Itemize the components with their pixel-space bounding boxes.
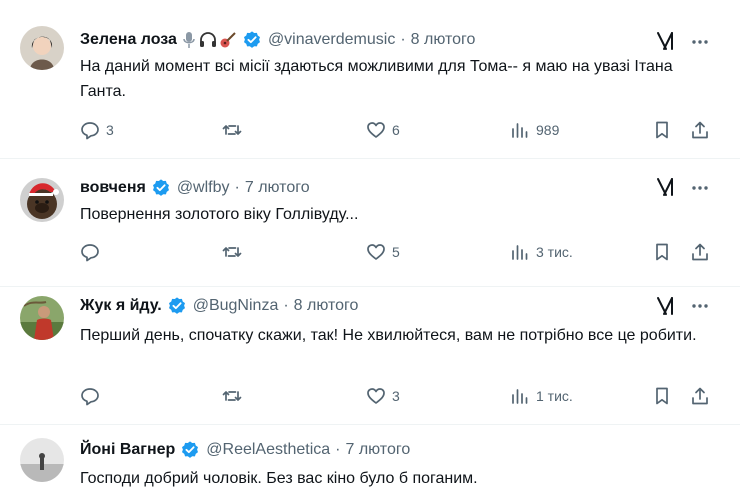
retweet-icon xyxy=(222,391,242,401)
reply-count: 3 xyxy=(106,122,114,138)
grok-icon[interactable] xyxy=(654,30,676,52)
reply-icon xyxy=(81,244,99,262)
share-button[interactable] xyxy=(690,384,710,408)
grok-icon[interactable] xyxy=(654,295,676,317)
reply-button[interactable] xyxy=(80,384,106,408)
view-count: 1 тис. xyxy=(536,388,573,404)
verified-badge-icon xyxy=(151,178,171,198)
reply-icon xyxy=(81,122,99,140)
separator-dot: · xyxy=(234,179,240,196)
handle[interactable]: @BugNinza xyxy=(193,297,279,315)
handle[interactable]: @wlfby xyxy=(177,179,230,197)
tweet-text: Перший день, спочатку скажи, так! Не хви… xyxy=(80,327,697,344)
separator-dot: · xyxy=(335,441,341,458)
timestamp[interactable]: 8 лютого xyxy=(411,31,476,49)
verified-badge-icon xyxy=(167,296,187,316)
like-count: 3 xyxy=(392,388,400,404)
reply-button[interactable] xyxy=(80,240,106,264)
separator-dot: · xyxy=(283,297,289,314)
avatar[interactable] xyxy=(20,178,64,222)
guitar-icon xyxy=(220,32,236,48)
bookmark-icon xyxy=(656,121,668,139)
share-button[interactable] xyxy=(690,118,710,142)
bookmark-icon xyxy=(656,387,668,405)
handle[interactable]: @ReelAesthetica xyxy=(206,441,330,459)
share-icon xyxy=(692,243,708,261)
views-button[interactable]: 3 тис. xyxy=(510,240,573,264)
heart-icon xyxy=(367,388,385,404)
like-button[interactable]: 3 xyxy=(366,384,400,408)
tweet[interactable]: Жук я йду. @BugNinza · 8 лютого Перший д… xyxy=(0,286,740,425)
bookmark-button[interactable] xyxy=(652,384,672,408)
tweet-text: Господи добрий чоловік. Без вас кіно бул… xyxy=(80,470,478,487)
separator-dot: · xyxy=(400,31,406,48)
bookmark-icon xyxy=(656,243,668,261)
share-icon xyxy=(692,121,708,139)
views-chart-icon xyxy=(512,123,528,138)
views-button[interactable]: 989 xyxy=(510,118,559,142)
avatar[interactable] xyxy=(20,26,64,70)
retweet-icon xyxy=(222,247,242,257)
like-button[interactable]: 6 xyxy=(366,118,400,142)
retweet-button[interactable] xyxy=(222,240,248,264)
display-name[interactable]: Жук я йду. xyxy=(80,297,162,315)
views-button[interactable]: 1 тис. xyxy=(510,384,573,408)
like-count: 5 xyxy=(392,244,400,260)
like-count: 6 xyxy=(392,122,400,138)
like-button[interactable]: 5 xyxy=(366,240,400,264)
view-count: 989 xyxy=(536,122,560,138)
tweet[interactable]: Йоні Вагнер @ReelAesthetica · 7 лютого Г… xyxy=(0,424,740,504)
more-options-icon[interactable] xyxy=(690,296,710,316)
heart-icon xyxy=(367,122,385,138)
avatar[interactable] xyxy=(20,296,64,340)
view-count: 3 тис. xyxy=(536,244,573,260)
share-button[interactable] xyxy=(690,240,710,264)
share-icon xyxy=(692,387,708,405)
tweet-text: На даний момент всі місії здаються можли… xyxy=(80,58,673,100)
views-chart-icon xyxy=(512,245,528,260)
timestamp[interactable]: 7 лютого xyxy=(245,179,310,197)
tweet[interactable]: Зелена лоза @vinaverdemusic · 8 лютого Н… xyxy=(0,0,740,159)
heart-icon xyxy=(367,244,385,260)
timestamp[interactable]: 8 лютого xyxy=(294,297,359,315)
verified-badge-icon xyxy=(242,30,262,50)
retweet-button[interactable] xyxy=(222,118,248,142)
handle[interactable]: @vinaverdemusic xyxy=(268,31,395,49)
more-options-icon[interactable] xyxy=(690,32,710,52)
display-name[interactable]: Йоні Вагнер xyxy=(80,441,175,459)
tweet[interactable]: вовченя @wlfby · 7 лютого Повернення зол… xyxy=(0,158,740,287)
display-name[interactable]: вовченя xyxy=(80,179,146,197)
bookmark-button[interactable] xyxy=(652,240,672,264)
avatar[interactable] xyxy=(20,438,64,482)
display-name[interactable]: Зелена лоза xyxy=(80,31,177,49)
more-options-icon[interactable] xyxy=(690,178,710,198)
timestamp[interactable]: 7 лютого xyxy=(345,441,410,459)
reply-icon xyxy=(81,388,99,406)
tweet-text: Повернення золотого віку Голлівуду... xyxy=(80,206,359,223)
bookmark-button[interactable] xyxy=(652,118,672,142)
reply-button[interactable]: 3 xyxy=(80,118,114,142)
retweet-button[interactable] xyxy=(222,384,248,408)
retweet-icon xyxy=(222,125,242,135)
grok-icon[interactable] xyxy=(654,176,676,198)
verified-badge-icon xyxy=(180,440,200,460)
microphone-icon xyxy=(183,32,195,48)
views-chart-icon xyxy=(512,389,528,404)
headphones-icon xyxy=(199,32,216,47)
